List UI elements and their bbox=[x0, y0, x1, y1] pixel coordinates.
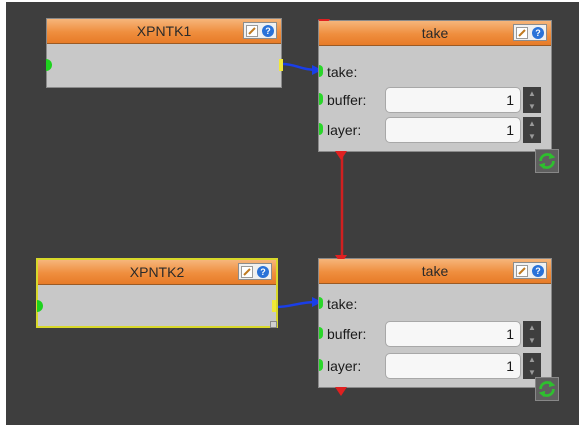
input-row-take: take: bbox=[319, 57, 551, 87]
layer-stepper[interactable]: ▲ ▼ bbox=[523, 353, 541, 379]
refresh-icon[interactable] bbox=[535, 377, 559, 401]
layer-label: layer: bbox=[327, 122, 362, 138]
input-port[interactable] bbox=[46, 59, 52, 71]
buffer-stepper[interactable]: ▲ ▼ bbox=[523, 321, 541, 347]
output-port[interactable] bbox=[272, 300, 276, 312]
data-wire-2[interactable] bbox=[275, 300, 319, 309]
input-port[interactable] bbox=[319, 123, 323, 135]
node-title: take bbox=[421, 25, 449, 41]
node-title: XPNTK1 bbox=[136, 23, 192, 39]
flow-output-port[interactable] bbox=[335, 387, 347, 396]
node-take-2[interactable]: take ? take: buffer: 1 ▲ ▼ layer: 1 ▲ ▼ bbox=[318, 255, 559, 401]
chevron-up-icon[interactable]: ▲ bbox=[523, 353, 541, 366]
node-title: XPNTK2 bbox=[129, 264, 185, 280]
header-icons: ? bbox=[243, 22, 277, 39]
input-port[interactable] bbox=[319, 359, 323, 371]
buffer-label: buffer: bbox=[327, 92, 367, 108]
pencil-icon[interactable] bbox=[516, 26, 528, 39]
chevron-up-icon[interactable]: ▲ bbox=[523, 321, 541, 334]
output-port[interactable] bbox=[279, 59, 283, 71]
buffer-stepper[interactable]: ▲ ▼ bbox=[523, 87, 541, 113]
input-row-take: take: bbox=[319, 289, 551, 319]
input-port[interactable] bbox=[319, 297, 323, 309]
node-xpntk1[interactable]: XPNTK1 ? bbox=[46, 18, 283, 88]
input-label: take: bbox=[327, 296, 358, 312]
header-icons: ? bbox=[513, 24, 547, 41]
refresh-icon[interactable] bbox=[535, 149, 559, 173]
node-header[interactable]: take ? bbox=[319, 259, 551, 284]
pencil-icon[interactable] bbox=[516, 264, 528, 277]
input-port[interactable] bbox=[319, 327, 323, 339]
resize-handle[interactable] bbox=[270, 321, 277, 328]
layer-stepper[interactable]: ▲ ▼ bbox=[523, 117, 541, 143]
buffer-field[interactable]: 1 bbox=[385, 321, 521, 347]
help-icon[interactable]: ? bbox=[532, 26, 544, 39]
input-port[interactable] bbox=[37, 300, 43, 312]
chevron-down-icon[interactable]: ▼ bbox=[523, 100, 541, 113]
chevron-up-icon[interactable]: ▲ bbox=[523, 87, 541, 100]
flow-output-port[interactable] bbox=[335, 151, 347, 160]
help-icon[interactable]: ? bbox=[532, 264, 544, 277]
chevron-up-icon[interactable]: ▲ bbox=[523, 117, 541, 130]
node-xpntk2[interactable]: XPNTK2 ? bbox=[36, 258, 278, 328]
input-row-buffer: buffer: 1 ▲ ▼ bbox=[319, 319, 551, 349]
input-row-buffer: buffer: 1 ▲ ▼ bbox=[319, 85, 551, 115]
input-label: take: bbox=[327, 64, 358, 80]
input-port[interactable] bbox=[319, 93, 323, 105]
layer-field[interactable]: 1 bbox=[385, 353, 521, 379]
input-row-layer: layer: 1 ▲ ▼ bbox=[319, 351, 551, 381]
layer-field[interactable]: 1 bbox=[385, 117, 521, 143]
help-icon[interactable]: ? bbox=[257, 265, 269, 278]
input-row-layer: layer: 1 ▲ ▼ bbox=[319, 115, 551, 145]
node-take-1[interactable]: take ? take: buffer: 1 ▲ ▼ layer: 1 ▲ ▼ bbox=[318, 19, 559, 173]
input-port[interactable] bbox=[319, 65, 323, 77]
node-header[interactable]: XPNTK1 ? bbox=[47, 19, 281, 44]
node-header[interactable]: take ? bbox=[319, 21, 551, 46]
pencil-icon[interactable] bbox=[241, 265, 253, 278]
header-icons: ? bbox=[513, 262, 547, 279]
buffer-field[interactable]: 1 bbox=[385, 87, 521, 113]
chevron-down-icon[interactable]: ▼ bbox=[523, 130, 541, 143]
chevron-down-icon[interactable]: ▼ bbox=[523, 334, 541, 347]
node-title: take bbox=[421, 263, 449, 279]
help-icon[interactable]: ? bbox=[262, 24, 274, 37]
buffer-label: buffer: bbox=[327, 326, 367, 342]
node-header[interactable]: XPNTK2 ? bbox=[38, 260, 276, 285]
node-canvas[interactable]: XPNTK1 ? XPNTK2 ? take ? take: buffer: 1… bbox=[6, 2, 579, 425]
header-icons: ? bbox=[238, 263, 272, 280]
pencil-icon[interactable] bbox=[246, 24, 258, 37]
layer-label: layer: bbox=[327, 358, 362, 374]
